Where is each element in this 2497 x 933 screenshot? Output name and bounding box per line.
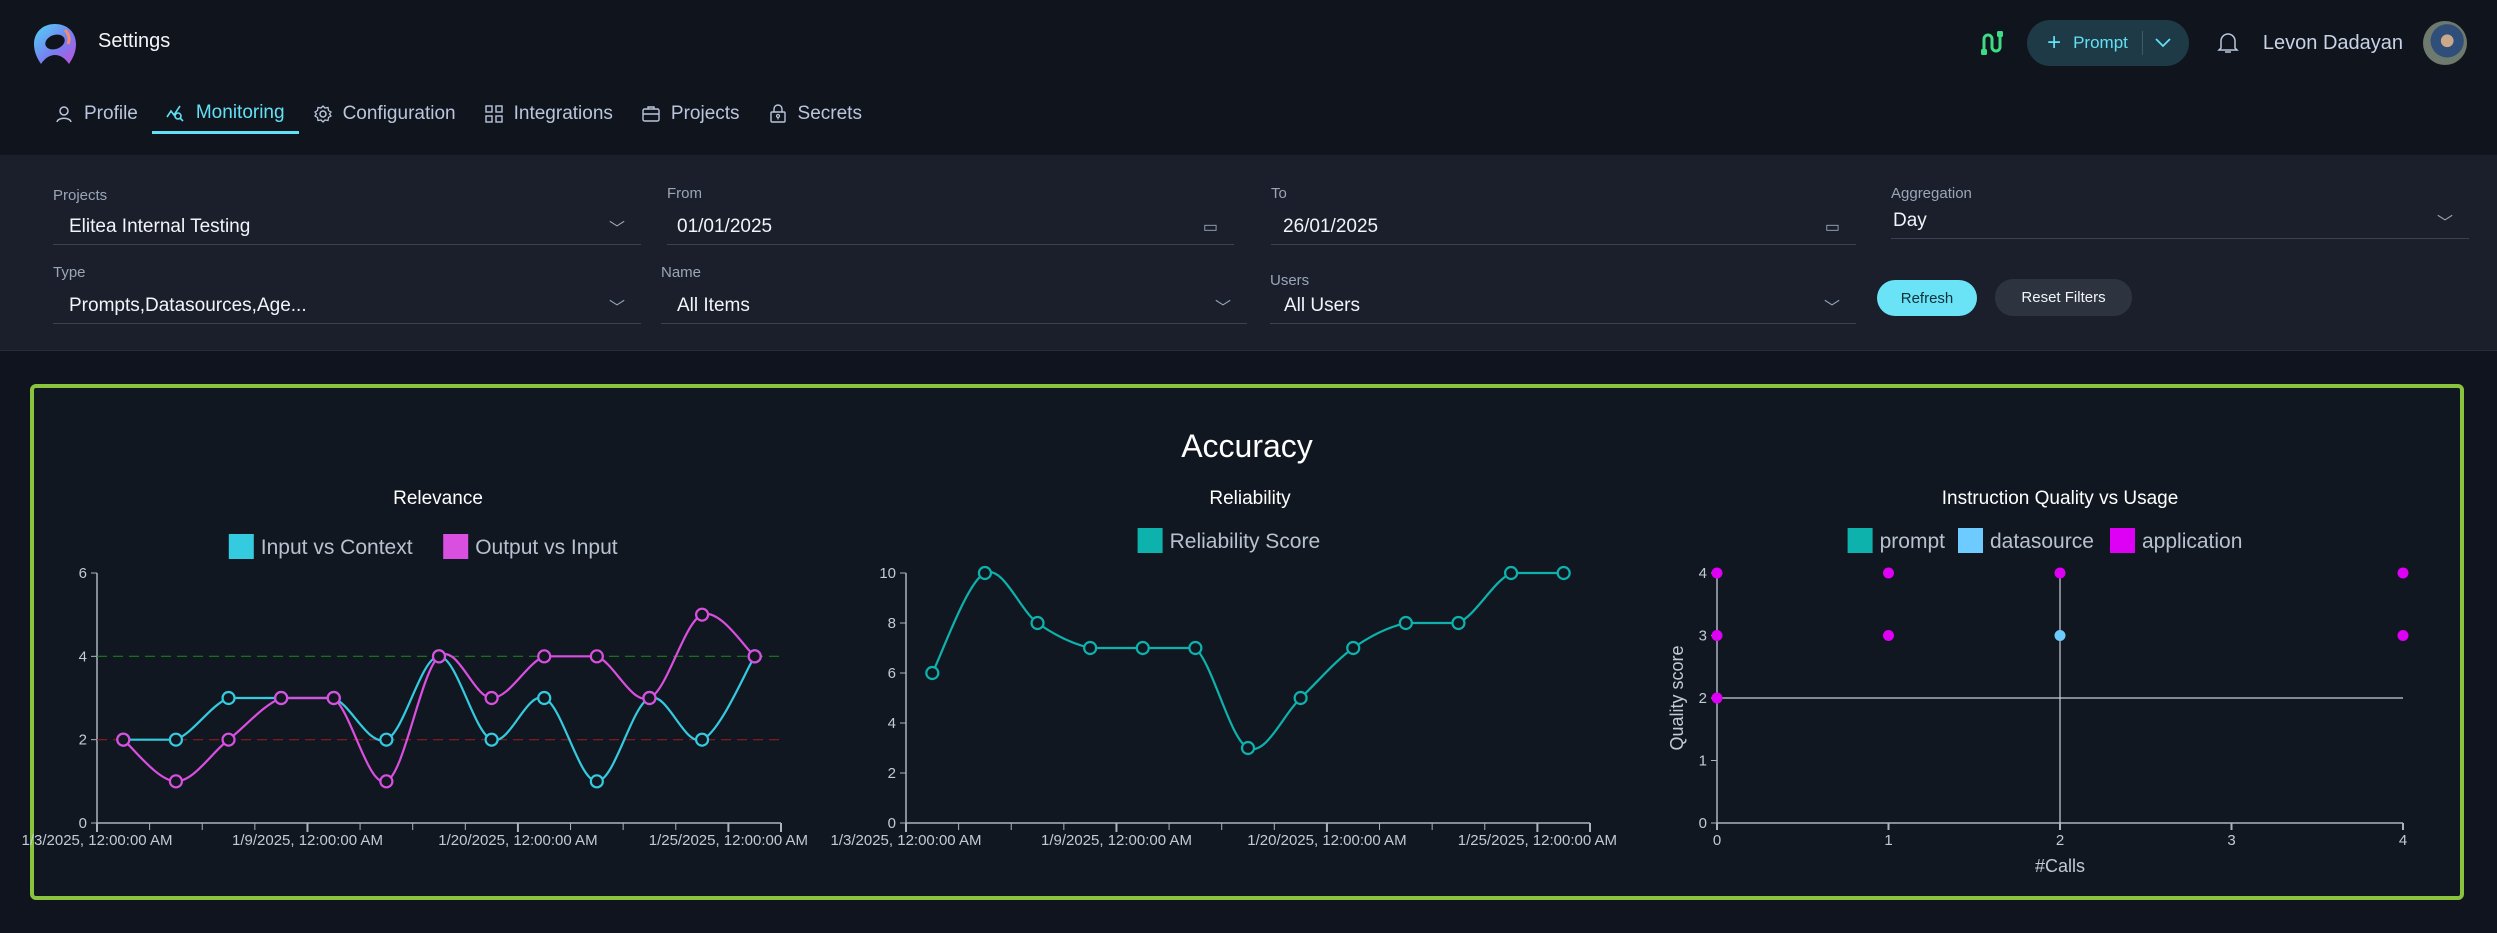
data-point [221,732,236,747]
data-point [1135,640,1150,656]
legend-label: Input vs Context [261,536,413,559]
y-tick-label: 8 [888,615,896,632]
data-point [1240,740,1256,756]
legend-label: application [2142,530,2242,553]
data-point [747,649,762,664]
data-point [1503,565,1519,581]
y-tick-label: 6 [79,565,87,582]
data-point [2054,567,2066,579]
legend-swatch [443,534,469,559]
data-point [221,690,236,706]
data-point [694,732,710,747]
x-tick-label: 4 [2399,832,2407,849]
data-point [1346,640,1361,656]
data-point [925,665,940,681]
y-tick-label: 2 [1699,690,1707,707]
x-tick-label: 1 [1884,832,1892,849]
data-point [168,774,184,789]
data-point [431,649,447,664]
y-tick-label: 4 [1699,565,1707,582]
quality-usage-chart: Instruction Quality vs Usage prompt dataso… [1667,488,2409,876]
relevance-chart: Relevance Input vs Context Output vs Input… [22,488,809,849]
y-tick-label: 4 [79,648,87,665]
data-point [2397,567,2409,579]
data-point [1556,565,1571,581]
x-tick-label: 1/20/2025, 12:00:00 AM [438,832,597,849]
chart-title: Reliability [1209,488,1291,509]
y-tick-label: 2 [888,765,896,782]
y-tick-label: 0 [79,815,87,832]
data-point [1883,567,1894,579]
legend-swatch [1137,528,1163,553]
data-point [1451,615,1466,631]
data-point [379,774,394,789]
x-axis-label: #Calls [2035,856,2085,876]
data-point [484,690,499,706]
y-tick-label: 1 [1699,753,1707,770]
series-line [123,655,756,783]
x-tick-label: 1/9/2025, 12:00:00 AM [1041,832,1192,849]
data-point [1293,690,1308,706]
x-tick-label: 2 [2056,832,2064,849]
y-axis-label: Quality score [1667,645,1687,750]
data-point [274,690,289,706]
data-point [379,732,394,747]
x-tick-label: 1/3/2025, 12:00:00 AM [831,832,982,849]
data-point [1711,692,1723,704]
reliability-chart: Reliability Reliability Score 0 2 4 6 8 10 1/3/2… [831,488,1618,849]
x-tick-label: 1/25/2025, 12:00:00 AM [649,832,808,849]
x-tick-label: 1/25/2025, 12:00:00 AM [1458,832,1617,849]
data-point [1398,615,1413,631]
data-point [589,774,604,789]
data-point [2054,630,2066,641]
data-point [1883,630,1894,641]
x-tick-label: 0 [1713,832,1721,849]
x-tick-label: 1/20/2025, 12:00:00 AM [1247,832,1406,849]
data-point [2397,630,2409,641]
y-tick-label: 0 [888,815,896,832]
legend-swatch [1958,528,1983,553]
x-tick-label: 1/9/2025, 12:00:00 AM [232,832,383,849]
x-tick-label: 3 [2227,832,2235,849]
legend-swatch [1847,528,1873,553]
data-point [1188,640,1203,656]
data-point [537,649,552,664]
data-point [537,690,552,706]
y-tick-label: 10 [879,565,896,582]
legend-label: Reliability Score [1170,530,1321,553]
data-point [694,607,710,622]
data-point [1711,630,1723,641]
series-line [122,612,756,783]
data-point [116,732,131,747]
chart-title: Relevance [393,488,483,509]
y-tick-label: 3 [1699,628,1707,645]
series-line [931,570,1564,751]
data-point [484,732,499,747]
y-tick-label: 4 [888,715,896,732]
legend-label: datasource [1990,530,2094,553]
legend-label: Output vs Input [475,536,618,559]
data-point [168,732,184,747]
legend-swatch [228,534,254,559]
legend-swatch [2110,528,2135,553]
data-point [1030,615,1045,631]
data-point [977,565,993,581]
data-point [326,690,341,706]
legend-label: prompt [1880,530,1946,553]
x-tick-label: 1/3/2025, 12:00:00 AM [22,832,173,849]
data-point [1711,567,1723,579]
data-point [642,690,657,706]
data-point [589,649,604,664]
y-tick-label: 0 [1699,815,1707,832]
relevance-chart: Relevance Input vs Context Output vs Input… [22,488,2409,876]
data-point [1083,640,1098,656]
y-tick-label: 2 [79,732,87,749]
y-tick-label: 6 [888,665,896,682]
chart-title: Instruction Quality vs Usage [1942,488,2179,509]
